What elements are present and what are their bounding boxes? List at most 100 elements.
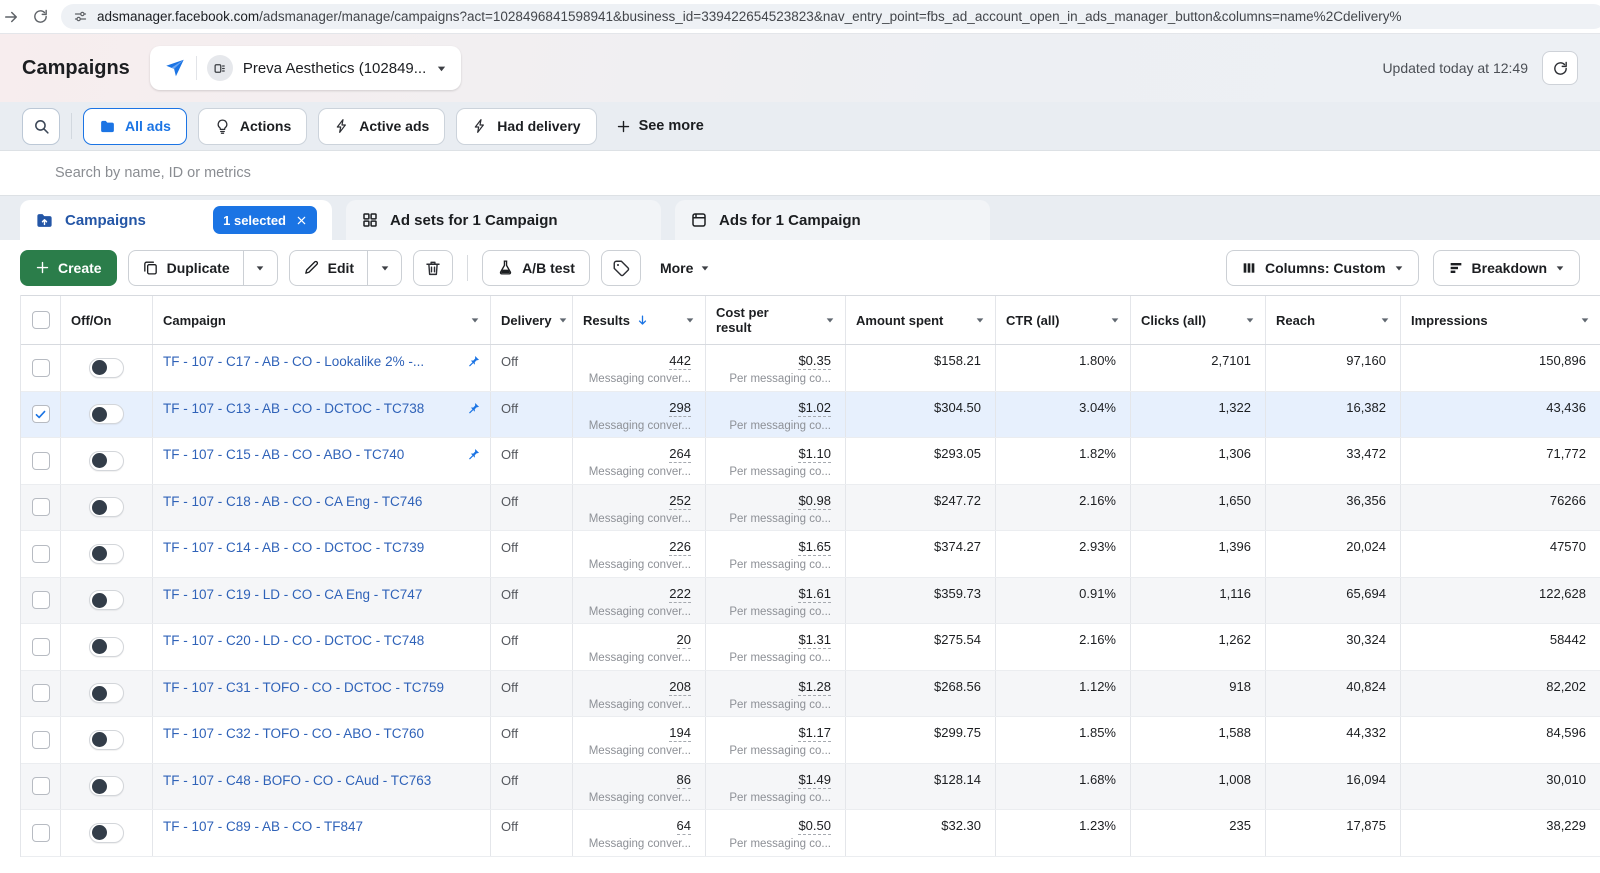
results-value[interactable]: 298 xyxy=(669,400,691,417)
campaign-link[interactable]: TF - 107 - C17 - AB - CO - Lookalike 2% … xyxy=(163,354,424,369)
results-value[interactable]: 222 xyxy=(669,586,691,603)
tag-button[interactable] xyxy=(601,250,641,286)
chevron-down-icon[interactable] xyxy=(470,315,480,325)
row-checkbox[interactable] xyxy=(32,731,50,749)
results-value[interactable]: 208 xyxy=(669,679,691,696)
delete-button[interactable] xyxy=(413,250,453,286)
column-header-reach[interactable]: Reach xyxy=(1266,296,1401,344)
campaign-link[interactable]: TF - 107 - C89 - AB - CO - TF847 xyxy=(163,819,363,834)
campaign-link[interactable]: TF - 107 - C31 - TOFO - CO - DCTOC - TC7… xyxy=(163,680,444,695)
filter-chip-all-ads[interactable]: All ads xyxy=(83,108,187,145)
campaign-link[interactable]: TF - 107 - C13 - AB - CO - DCTOC - TC738 xyxy=(163,401,424,416)
chevron-down-icon[interactable] xyxy=(1245,315,1255,325)
campaign-link[interactable]: TF - 107 - C14 - AB - CO - DCTOC - TC739 xyxy=(163,540,424,555)
campaign-toggle[interactable] xyxy=(89,683,124,703)
results-value[interactable]: 86 xyxy=(677,772,691,789)
chevron-down-icon[interactable] xyxy=(825,315,835,325)
cost-value[interactable]: $1.31 xyxy=(798,632,831,649)
campaign-toggle[interactable] xyxy=(89,358,124,378)
chevron-down-icon[interactable] xyxy=(1380,315,1390,325)
tab-ad-sets[interactable]: Ad sets for 1 Campaign xyxy=(346,200,661,240)
campaign-toggle[interactable] xyxy=(89,404,124,424)
duplicate-button[interactable]: Duplicate xyxy=(129,251,243,285)
results-value[interactable]: 252 xyxy=(669,493,691,510)
cost-value[interactable]: $0.35 xyxy=(798,353,831,370)
columns-button[interactable]: Columns: Custom xyxy=(1226,250,1419,286)
campaign-toggle[interactable] xyxy=(89,637,124,657)
results-value[interactable]: 226 xyxy=(669,539,691,556)
results-value[interactable]: 442 xyxy=(669,353,691,370)
row-checkbox[interactable] xyxy=(32,405,50,423)
chevron-down-icon[interactable] xyxy=(1110,315,1120,325)
column-header-delivery[interactable]: Delivery xyxy=(491,296,573,344)
more-button[interactable]: More xyxy=(652,260,718,276)
reload-icon[interactable] xyxy=(32,8,49,25)
column-header-clicks[interactable]: Clicks (all) xyxy=(1131,296,1266,344)
row-checkbox[interactable] xyxy=(32,498,50,516)
cost-value[interactable]: $1.10 xyxy=(798,446,831,463)
campaign-toggle[interactable] xyxy=(89,776,124,796)
cost-value[interactable]: $0.50 xyxy=(798,818,831,835)
campaign-link[interactable]: TF - 107 - C15 - AB - CO - ABO - TC740 xyxy=(163,447,404,462)
column-header-amount-spent[interactable]: Amount spent xyxy=(846,296,996,344)
campaign-link[interactable]: TF - 107 - C48 - BOFO - CO - CAud - TC76… xyxy=(163,773,431,788)
row-checkbox[interactable] xyxy=(32,824,50,842)
refresh-button[interactable] xyxy=(1542,51,1578,85)
campaign-link[interactable]: TF - 107 - C32 - TOFO - CO - ABO - TC760 xyxy=(163,726,424,741)
row-checkbox[interactable] xyxy=(32,545,50,563)
column-header-ctr[interactable]: CTR (all) xyxy=(996,296,1131,344)
create-button[interactable]: Create xyxy=(20,250,117,286)
campaign-toggle[interactable] xyxy=(89,730,124,750)
select-all-checkbox[interactable] xyxy=(32,311,50,329)
chevron-down-icon[interactable] xyxy=(558,315,568,325)
column-header-results[interactable]: Results xyxy=(573,296,706,344)
selected-count-badge[interactable]: 1 selected xyxy=(213,206,317,234)
results-value[interactable]: 64 xyxy=(677,818,691,835)
site-info-icon[interactable] xyxy=(73,9,88,24)
filter-chip-active-ads[interactable]: Active ads xyxy=(318,108,445,145)
url-bar[interactable]: adsmanager.facebook.com/adsmanager/manag… xyxy=(61,4,1600,29)
chevron-down-icon[interactable] xyxy=(975,315,985,325)
row-checkbox[interactable] xyxy=(32,777,50,795)
cost-value[interactable]: $1.28 xyxy=(798,679,831,696)
row-checkbox[interactable] xyxy=(32,452,50,470)
duplicate-dropdown[interactable] xyxy=(243,251,277,285)
chevron-down-icon[interactable] xyxy=(1580,315,1590,325)
filter-chip-actions[interactable]: Actions xyxy=(198,108,307,145)
cost-value[interactable]: $1.49 xyxy=(798,772,831,789)
column-header-impressions[interactable]: Impressions xyxy=(1401,296,1600,344)
campaign-toggle[interactable] xyxy=(89,544,124,564)
edit-dropdown[interactable] xyxy=(367,251,401,285)
filter-chip-had-delivery[interactable]: Had delivery xyxy=(456,108,596,145)
edit-button[interactable]: Edit xyxy=(290,251,367,285)
campaign-link[interactable]: TF - 107 - C19 - LD - CO - CA Eng - TC74… xyxy=(163,587,422,602)
campaign-toggle[interactable] xyxy=(89,451,124,471)
forward-icon[interactable] xyxy=(2,8,20,26)
row-checkbox[interactable] xyxy=(32,591,50,609)
cost-value[interactable]: $1.61 xyxy=(798,586,831,603)
results-value[interactable]: 194 xyxy=(669,725,691,742)
tab-campaigns[interactable]: Campaigns 1 selected xyxy=(20,200,332,240)
account-selector[interactable]: Preva Aesthetics (102849... xyxy=(150,46,461,90)
column-header-campaign[interactable]: Campaign xyxy=(153,296,491,344)
row-checkbox[interactable] xyxy=(32,359,50,377)
chevron-down-icon[interactable] xyxy=(685,315,695,325)
search-filter-button[interactable] xyxy=(22,108,60,145)
results-value[interactable]: 20 xyxy=(677,632,691,649)
search-input[interactable] xyxy=(55,165,1578,181)
results-value[interactable]: 264 xyxy=(669,446,691,463)
tab-ads[interactable]: Ads for 1 Campaign xyxy=(675,200,990,240)
ab-test-button[interactable]: A/B test xyxy=(482,250,590,286)
row-checkbox[interactable] xyxy=(32,638,50,656)
campaign-toggle[interactable] xyxy=(89,497,124,517)
cost-value[interactable]: $1.02 xyxy=(798,400,831,417)
cost-value[interactable]: $1.17 xyxy=(798,725,831,742)
close-icon[interactable] xyxy=(296,215,307,226)
see-more-button[interactable]: See more xyxy=(608,118,712,134)
cost-value[interactable]: $0.98 xyxy=(798,493,831,510)
breakdown-button[interactable]: Breakdown xyxy=(1433,250,1580,286)
campaign-toggle[interactable] xyxy=(89,823,124,843)
campaign-link[interactable]: TF - 107 - C20 - LD - CO - DCTOC - TC748 xyxy=(163,633,424,648)
column-header-cost-per-result[interactable]: Cost per result xyxy=(706,296,846,344)
cost-value[interactable]: $1.65 xyxy=(798,539,831,556)
